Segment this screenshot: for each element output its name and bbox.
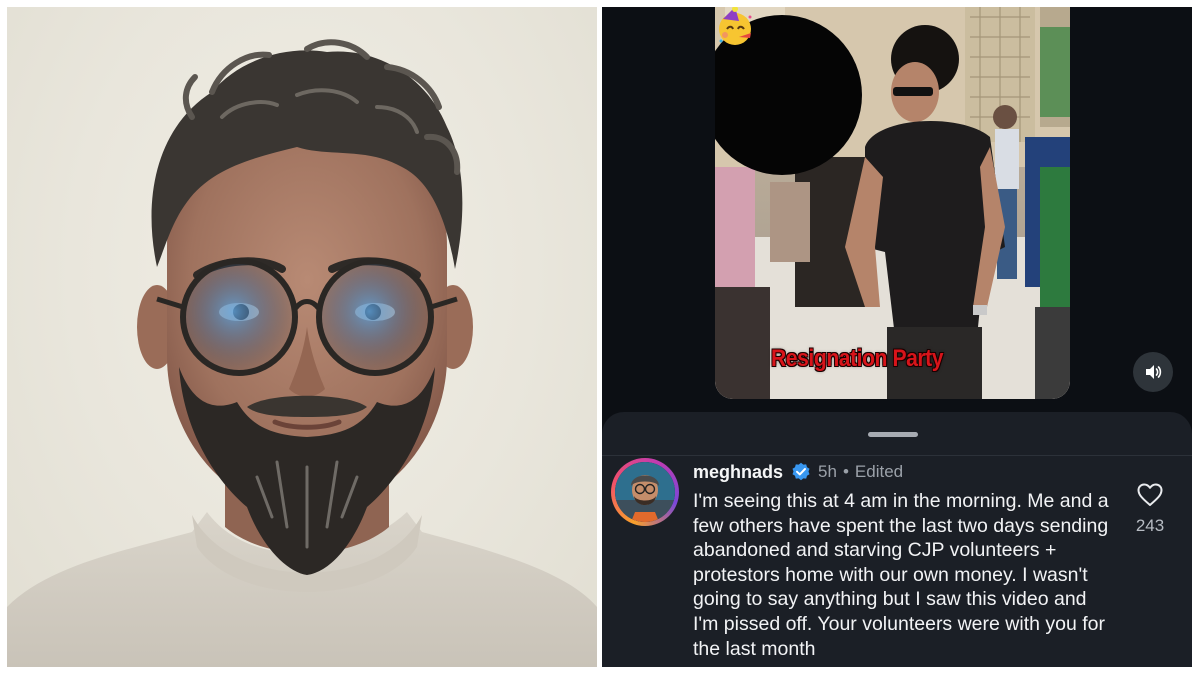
separator-dot: •: [842, 462, 849, 481]
sheet-divider: [602, 455, 1192, 456]
comments-sheet: meghnads 5h • Edited I'm seeing this at …: [602, 412, 1192, 667]
partying-face-icon: [719, 7, 752, 45]
instagram-screenshot: Resignation Party meghnads 5h • Edited I…: [602, 7, 1192, 667]
heart-outline-icon[interactable]: [1137, 483, 1163, 507]
avatar[interactable]: [611, 458, 679, 526]
verified-badge-icon: [792, 462, 810, 481]
avatar-illustration: [615, 462, 675, 522]
comment-header: meghnads 5h • Edited: [693, 460, 903, 484]
edited-label: Edited: [854, 462, 904, 481]
comment-body: I'm seeing this at 4 am in the morning. …: [693, 490, 1109, 660]
video-player[interactable]: Resignation Party: [715, 7, 1070, 399]
speaker-icon: [1146, 365, 1162, 379]
video-scene: [715, 7, 1070, 399]
mute-toggle-button[interactable]: [1133, 352, 1173, 392]
like-count: 243: [1135, 516, 1165, 535]
video-caption: Resignation Party: [771, 345, 944, 372]
username[interactable]: meghnads: [693, 462, 783, 483]
sheet-drag-handle[interactable]: [868, 432, 918, 437]
portrait-illustration: [7, 39, 597, 667]
portrait-photo: [7, 7, 597, 667]
post-time: 5h: [818, 462, 837, 481]
